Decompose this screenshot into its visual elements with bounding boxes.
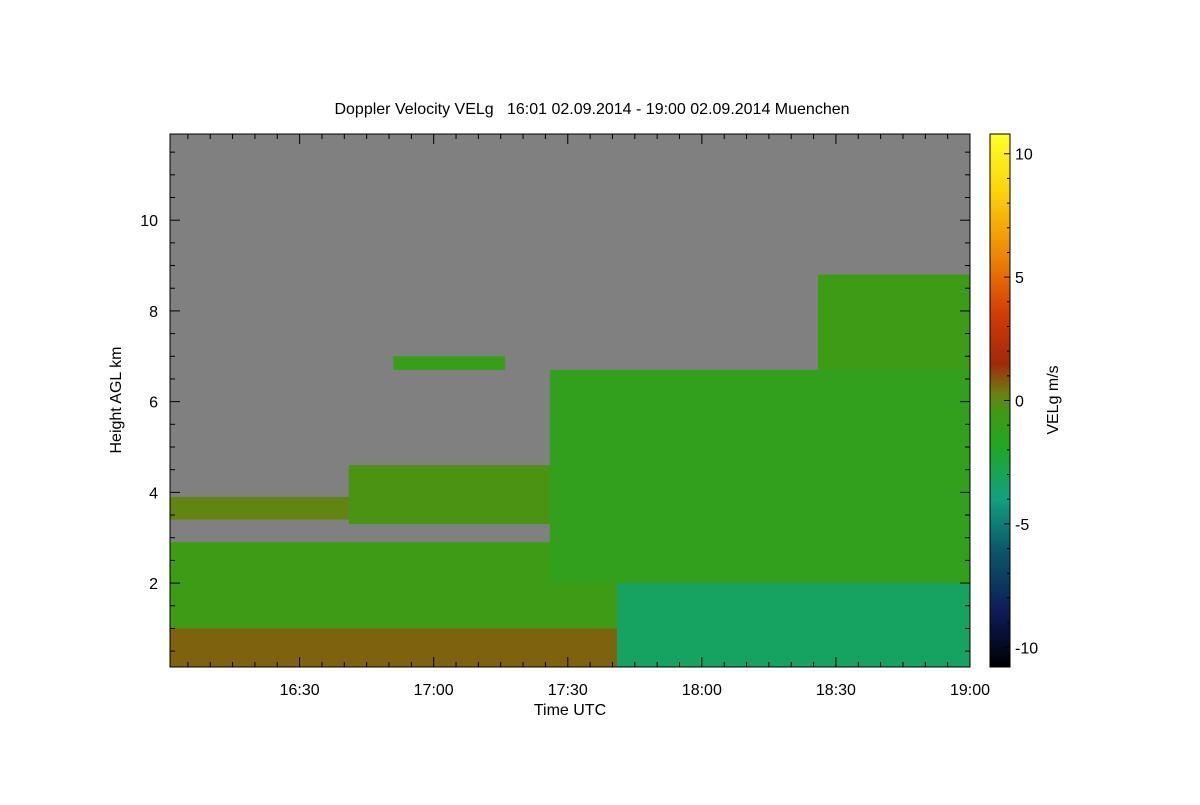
colorbar-tick-label: -10 bbox=[1015, 640, 1038, 657]
chart-title: Doppler Velocity VELg 16:01 02.09.2014 -… bbox=[334, 101, 849, 118]
echo-region-8 bbox=[393, 356, 506, 370]
colorbar-tick-label: 5 bbox=[1015, 270, 1024, 287]
x-tick-label: 17:00 bbox=[414, 682, 454, 699]
colorbar-tick-label: 10 bbox=[1015, 147, 1033, 164]
echo-region-2 bbox=[616, 583, 970, 667]
echo-region-5 bbox=[348, 465, 550, 525]
y-tick-label: 6 bbox=[149, 395, 158, 412]
x-tick-label: 16:30 bbox=[280, 682, 320, 699]
echo-region-4 bbox=[170, 496, 349, 520]
doppler-velocity-chart: Doppler Velocity VELg 16:01 02.09.2014 -… bbox=[108, 101, 1062, 719]
echo-region-6 bbox=[549, 369, 970, 584]
x-tick-label: 18:30 bbox=[816, 682, 856, 699]
colorbar-tick-label: -5 bbox=[1015, 517, 1029, 534]
colorbar: 10 5 0 -5 -10 VELg m/s bbox=[989, 133, 1062, 668]
chart-stage: Doppler Velocity VELg 16:01 02.09.2014 -… bbox=[0, 0, 1200, 800]
plot-area: 16:30 17:00 17:30 18:00 18:30 19:00 2 4 6 8 10 bbox=[140, 133, 990, 699]
colorbar-tick-label: 0 bbox=[1015, 394, 1024, 411]
y-axis-label: Height AGL km bbox=[108, 346, 125, 453]
y-tick-label: 8 bbox=[149, 304, 158, 321]
y-tick-label: 4 bbox=[149, 485, 158, 502]
y-tick-label: 10 bbox=[140, 213, 158, 230]
x-tick-label: 19:00 bbox=[950, 682, 990, 699]
x-tick-label: 18:00 bbox=[682, 682, 722, 699]
x-axis-label: Time UTC bbox=[534, 702, 606, 719]
colorbar-label: VELg m/s bbox=[1045, 365, 1062, 434]
echo-region-7 bbox=[818, 274, 970, 370]
y-tick-label: 2 bbox=[149, 576, 158, 593]
x-tick-label: 17:30 bbox=[548, 682, 588, 699]
